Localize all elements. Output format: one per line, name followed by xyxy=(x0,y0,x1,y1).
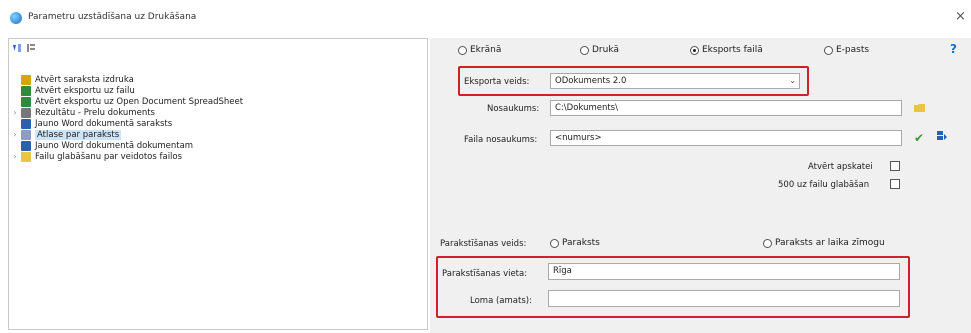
folder-value: C:\Dokuments\ xyxy=(555,103,618,113)
export-type-label: Eksporta veids: xyxy=(464,77,530,87)
chevron-right-icon[interactable]: › xyxy=(9,130,21,139)
folder-input[interactable]: C:\Dokuments\ xyxy=(550,100,902,116)
tree-item-label: Jauno Word dokumentā dokumentam xyxy=(35,140,194,151)
app-icon xyxy=(10,12,22,24)
tree-item[interactable]: › Failu glabāšanu par veidotos failos xyxy=(9,150,182,163)
spreadsheet-icon xyxy=(21,96,31,107)
word-icon xyxy=(21,140,31,151)
tree-item-label: Atvērt saraksta izdruka xyxy=(35,74,134,85)
export-type-value: ODokuments 2.0 xyxy=(555,76,627,86)
save-checkbox[interactable] xyxy=(890,179,900,189)
filename-label: Faila nosaukums: xyxy=(464,135,538,145)
tree-item-label: Atvērt eksportu uz Open Document SpreadS… xyxy=(35,96,244,107)
chevron-down-icon: ⌄ xyxy=(789,76,796,85)
sort-icon[interactable] xyxy=(12,43,22,53)
radio-circle-email xyxy=(824,45,833,55)
radio-circle-print xyxy=(580,45,589,55)
folder-icon[interactable] xyxy=(914,103,926,113)
filename-value: <numurs> xyxy=(555,133,602,143)
radio-circle-export xyxy=(690,45,699,55)
check-icon[interactable]: ✔ xyxy=(914,131,924,145)
place-input[interactable]: Rīga xyxy=(548,263,900,280)
tree-item-label: Atlase par paraksts xyxy=(35,129,122,140)
tree-item-label: Rezultātu - Prelu dokuments xyxy=(35,107,155,118)
export-type-select[interactable]: ODokuments 2.0 ⌄ xyxy=(550,73,800,89)
radio-label-email: E-pasts xyxy=(836,45,870,55)
help-icon[interactable]: ? xyxy=(950,42,957,56)
excel-icon xyxy=(21,85,31,96)
place-value: Rīga xyxy=(553,266,572,276)
place-label: Parakstīšanas vieta: xyxy=(442,269,528,279)
tree-item-label: Failu glabāšanu par veidotos failos xyxy=(35,151,183,162)
open-after-label: Atvērt apskatei xyxy=(808,162,873,172)
word-icon xyxy=(21,118,31,129)
window-title: Parametru uzstādīšana uz Drukāšana xyxy=(28,12,197,22)
radio-export[interactable]: Eksports failā xyxy=(690,45,763,55)
close-icon[interactable]: × xyxy=(955,10,966,23)
chevron-right-icon[interactable]: › xyxy=(9,108,21,117)
save-label: 500 uz failu glabāšan xyxy=(778,180,870,190)
report-icon xyxy=(21,74,31,85)
radio-circle-sign-timestamp xyxy=(763,238,772,248)
chevron-right-icon[interactable]: › xyxy=(9,152,21,161)
document-icon xyxy=(21,107,31,118)
tree-item-label: Atvērt eksportu uz failu xyxy=(35,85,135,96)
signature-type-label: Parakstīšanas veids: xyxy=(440,239,527,249)
radio-label-sign: Paraksts xyxy=(562,238,600,248)
role-input[interactable] xyxy=(548,290,900,307)
radio-email[interactable]: E-pasts xyxy=(824,45,869,55)
radio-circle-sign xyxy=(550,238,559,248)
open-after-checkbox[interactable] xyxy=(890,161,900,171)
radio-sign-timestamp[interactable]: Paraksts ar laika zīmogu xyxy=(763,238,885,248)
radio-label-print: Drukā xyxy=(592,45,620,55)
filename-input[interactable]: <numurs> xyxy=(550,130,902,146)
radio-label-sign-timestamp: Paraksts ar laika zīmogu xyxy=(775,238,885,248)
folder-label: Nosaukums: xyxy=(487,104,540,114)
radio-label-screen: Ekrānā xyxy=(470,45,502,55)
folder-icon xyxy=(21,129,31,140)
folder-icon xyxy=(21,151,31,162)
role-label: Loma (amats): xyxy=(470,296,532,306)
insert-field-icon[interactable] xyxy=(936,130,948,143)
radio-screen[interactable]: Ekrānā xyxy=(458,45,501,55)
tree-item-label: Jauno Word dokumentā saraksts xyxy=(35,118,173,129)
radio-label-export: Eksports failā xyxy=(702,45,763,55)
tree-pane: Atvērt saraksta izdruka Atvērt eksportu u… xyxy=(8,38,428,330)
tree-list: Atvērt saraksta izdruka Atvērt eksportu u… xyxy=(9,39,427,329)
view-list-icon[interactable] xyxy=(26,43,36,53)
radio-sign[interactable]: Paraksts xyxy=(550,238,600,248)
radio-circle-screen xyxy=(458,45,467,55)
radio-print[interactable]: Drukā xyxy=(580,45,619,55)
